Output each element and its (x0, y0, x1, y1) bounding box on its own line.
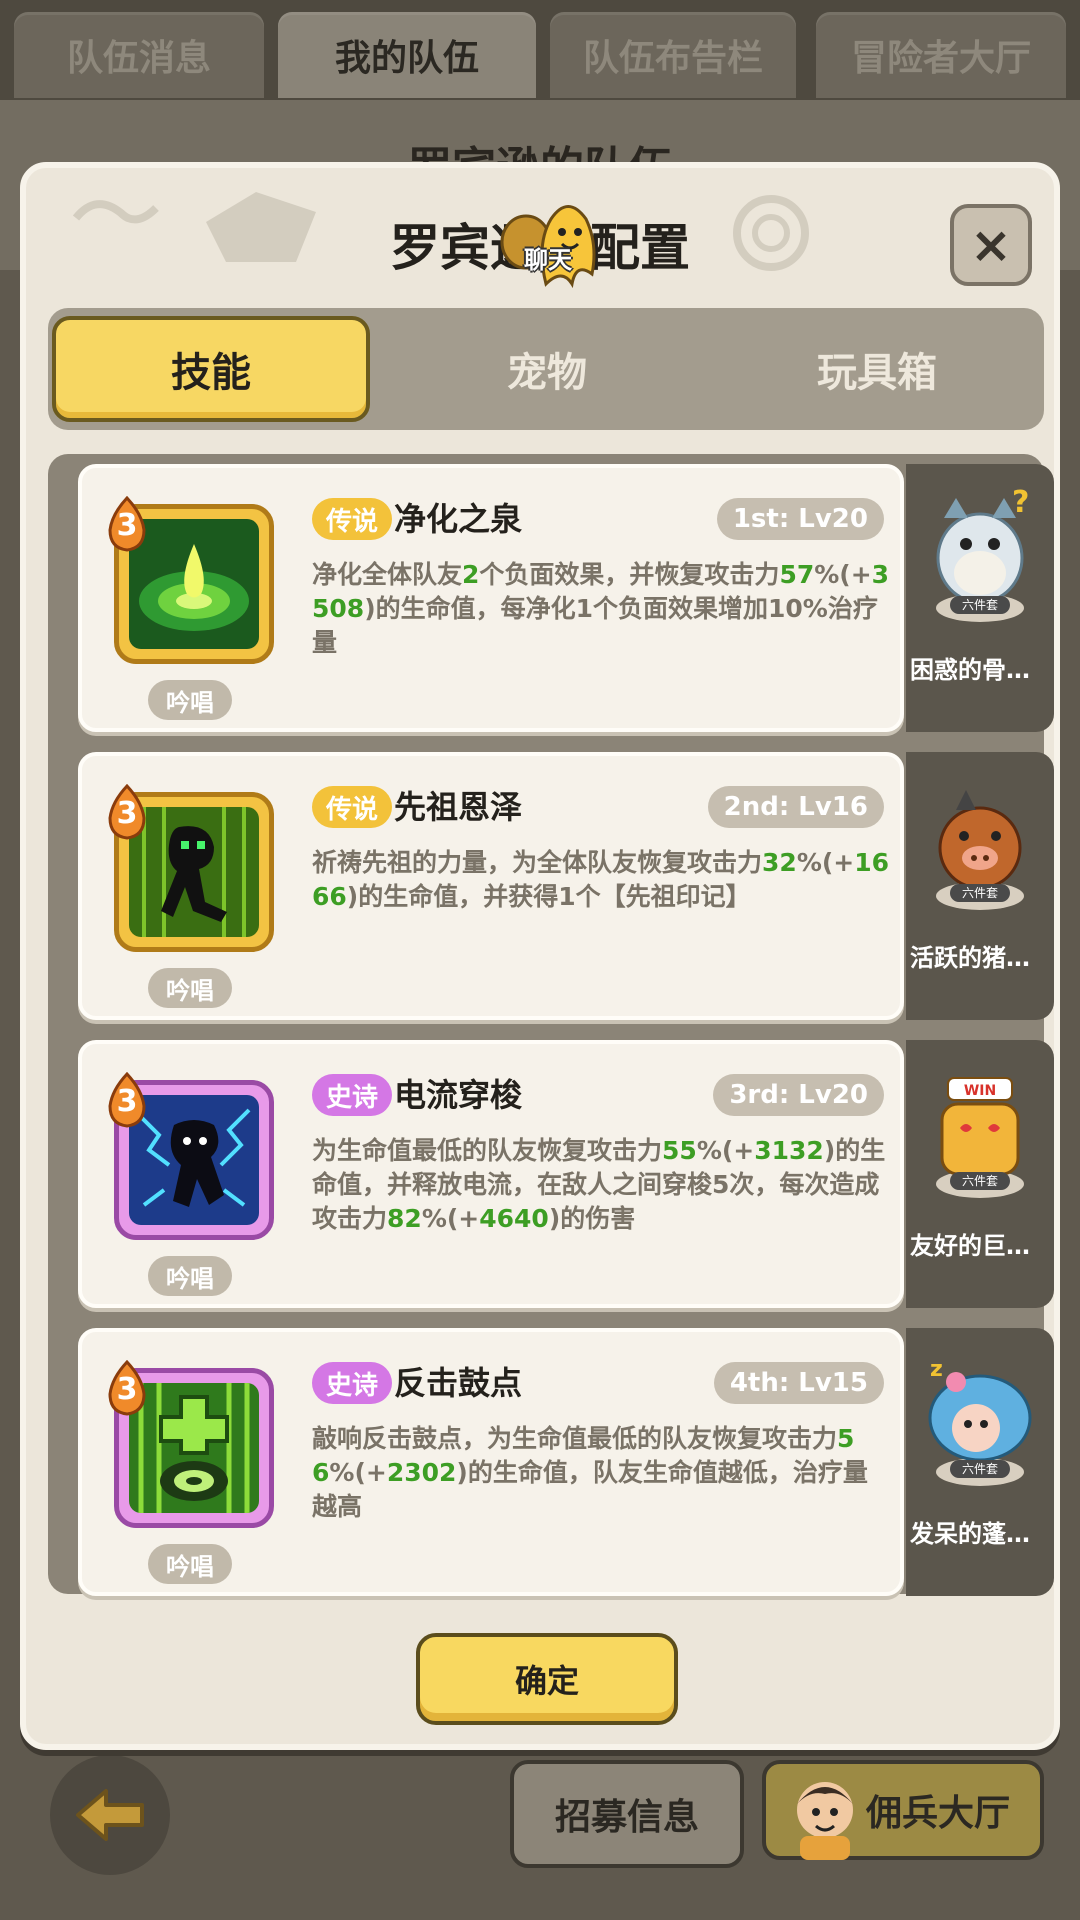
back-arrow-icon (76, 1789, 144, 1841)
rarity-badge: 史诗 (312, 1074, 393, 1116)
skill-type-badge: 吟唱 (148, 1256, 232, 1296)
config-tab-bar: 技能 宠物 玩具箱 (48, 308, 1044, 430)
rarity-badge: 传说 (312, 498, 393, 540)
friendly-giant-icon: WIN 六件套 (936, 1077, 1024, 1198)
skill-card[interactable]: 3 吟唱 传说 先祖恩泽 2nd: Lv16 祈祷先祖的力量，为全体队友恢复攻击… (78, 752, 904, 1020)
skill-description: 为生命值最低的队友恢复攻击力55%(+3132)的生命值，并释放电流，在敌人之间… (312, 1136, 886, 1233)
mercenary-hall-button[interactable]: 佣兵大厅 (762, 1760, 1044, 1860)
skill-slot-level: 1st: Lv20 (716, 498, 884, 540)
lively-boar-icon: 六件套 (936, 790, 1024, 910)
skill-description: 祈祷先祖的力量，为全体队友恢复攻击力32%(+1666)的生命值，并获得1个【先… (312, 848, 890, 911)
mercenary-hall-label: 佣兵大厅 (865, 1793, 1010, 1834)
top-tab-bar: 队伍消息 我的队伍 队伍布告栏 冒险者大厅 (0, 0, 1080, 100)
back-button[interactable] (50, 1755, 170, 1875)
skill-level: 3 (116, 796, 138, 831)
skill-level: 3 (116, 1084, 138, 1119)
skill-card[interactable]: 3 吟唱 史诗 电流穿梭 3rd: Lv20 为生命值最低的队友恢复攻击力55%… (78, 1040, 904, 1308)
pet-name: 发呆的蓬… (910, 1520, 1030, 1548)
recruit-info-button[interactable]: 招募信息 (510, 1760, 744, 1868)
pet-slot[interactable]: ? 六件套 困惑的骨… (906, 464, 1054, 732)
skill-name: 先祖恩泽 (394, 788, 523, 826)
svg-text:六件套: 六件套 (962, 598, 998, 612)
skill-description: 敲响反击鼓点，为生命值最低的队友恢复攻击力56%(+2302)的生命值，队友生命… (312, 1424, 868, 1521)
tab-toybox[interactable]: 玩具箱 (718, 316, 1036, 422)
skill-card[interactable]: 3 吟唱 传说 净化之泉 1st: Lv20 净化全体队友2个负面效果，并恢复攻… (78, 464, 904, 732)
top-tab-my-team[interactable]: 我的队伍 (278, 12, 536, 98)
skill-name: 电流穿梭 (394, 1076, 523, 1114)
skill-level: 3 (116, 1372, 138, 1407)
confirm-button[interactable]: 确定 (416, 1633, 678, 1725)
svg-text:六件套: 六件套 (962, 1462, 998, 1476)
svg-text:WIN: WIN (964, 1083, 996, 1099)
skill-type-badge: 吟唱 (148, 1544, 232, 1584)
tab-skills[interactable]: 技能 (52, 316, 370, 422)
top-tab-team-messages[interactable]: 队伍消息 (14, 12, 264, 98)
pet-slot[interactable]: 六件套 活跃的猪… (906, 752, 1054, 1020)
skill-slot-level: 2nd: Lv16 (707, 786, 884, 828)
skill-list: 3 吟唱 传说 净化之泉 1st: Lv20 净化全体队友2个负面效果，并恢复攻… (48, 454, 1054, 1596)
chat-bubble-icon[interactable] (496, 184, 606, 294)
skill-type-badge: 吟唱 (148, 968, 232, 1008)
rarity-badge: 史诗 (312, 1362, 393, 1404)
skill-name: 净化之泉 (394, 500, 523, 538)
svg-text:?: ? (1012, 485, 1029, 520)
tab-pets[interactable]: 宠物 (388, 316, 706, 422)
skill-slot-level: 3rd: Lv20 (713, 1074, 884, 1116)
rarity-badge: 传说 (312, 786, 393, 828)
close-icon: × (970, 216, 1012, 274)
pet-slot[interactable]: z 六件套 发呆的蓬… (906, 1328, 1054, 1596)
pet-name: 友好的巨… (910, 1232, 1030, 1260)
pet-name: 困惑的骨… (910, 656, 1030, 684)
skill-type-badge: 吟唱 (148, 680, 232, 720)
confused-pet-icon: ? 六件套 (936, 485, 1029, 622)
dazed-fluffy-pet-icon: z 六件套 (928, 1357, 1032, 1486)
svg-text:六件套: 六件套 (962, 886, 998, 900)
close-button[interactable]: × (950, 204, 1032, 286)
skill-level: 3 (116, 508, 138, 543)
pet-slot[interactable]: WIN 六件套 友好的巨… (906, 1040, 1054, 1308)
skill-slot-level: 4th: Lv15 (713, 1362, 884, 1404)
configuration-modal: 罗宾逊的配置 聊天 × 技能 宠物 玩具箱 (20, 162, 1060, 1750)
skill-card[interactable]: 3 吟唱 史诗 反击鼓点 4th: Lv15 敲响反击鼓点，为生命值最低的队友恢… (78, 1328, 904, 1596)
top-tab-team-board[interactable]: 队伍布告栏 (550, 12, 796, 98)
skill-name: 反击鼓点 (394, 1364, 523, 1402)
chat-label[interactable]: 聊天 (498, 240, 598, 275)
top-tab-adventurer-hall[interactable]: 冒险者大厅 (816, 12, 1066, 98)
pet-name: 活跃的猪… (910, 944, 1030, 972)
mercenary-avatar-icon (797, 1782, 853, 1860)
skill-description: 净化全体队友2个负面效果，并恢复攻击力57%(+3508)的生命值，每净化1个负… (312, 560, 890, 657)
svg-text:z: z (930, 1357, 943, 1382)
svg-text:六件套: 六件套 (962, 1174, 998, 1188)
